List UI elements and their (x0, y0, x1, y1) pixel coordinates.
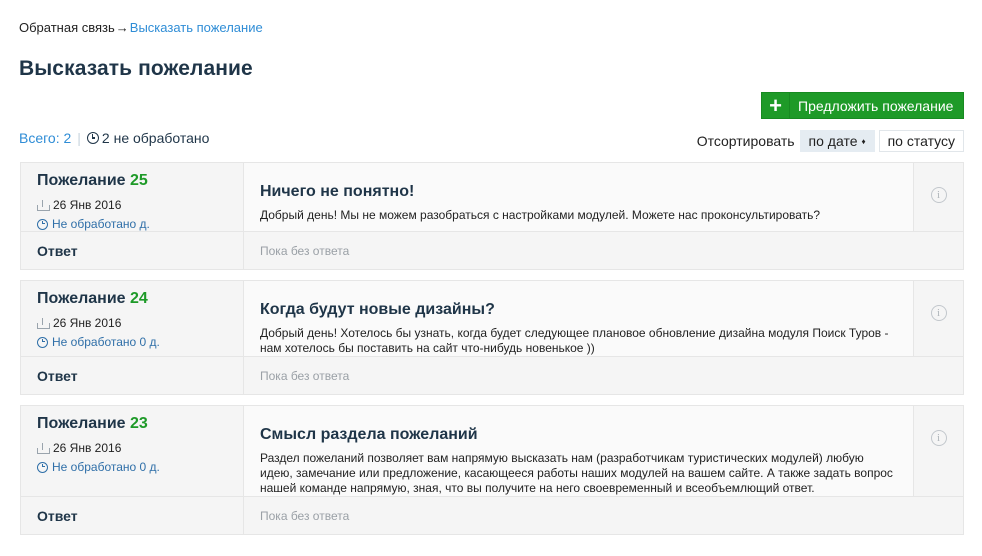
sort-arrow-icon: ♦ (861, 136, 866, 146)
wish-heading: Пожелание 23 (37, 415, 243, 433)
wish-date: 26 Янв 2016 (37, 198, 243, 212)
answer-text: Пока без ответа (244, 357, 963, 394)
wish-number: 24 (130, 290, 148, 307)
wish-card: Пожелание 23 26 Янв 2016 Не обработано 0… (20, 405, 964, 535)
wish-label: Пожелание (37, 290, 126, 307)
answer-text: Пока без ответа (244, 232, 963, 269)
wish-title: Смысл раздела пожеланий (260, 426, 478, 443)
answer-text: Пока без ответа (244, 497, 963, 534)
wish-info: i (913, 281, 963, 356)
wish-status: Не обработано 0 д. (37, 335, 243, 349)
info-icon[interactable]: i (930, 187, 947, 203)
wish-text: Добрый день! Мы не можем разобраться с н… (260, 208, 821, 222)
wish-content: Когда будут новые дизайны? Добрый день! … (244, 281, 913, 356)
wish-status-text: Не обработано д. (52, 217, 150, 231)
wish-text: Раздел пожеланий позволяет вам напрямую … (260, 451, 893, 495)
wish-card: Пожелание 25 26 Янв 2016 Не обработано д… (20, 162, 964, 270)
wish-date: 26 Янв 2016 (37, 441, 243, 455)
info-icon[interactable]: i (930, 305, 947, 321)
wish-meta: Пожелание 24 26 Янв 2016 Не обработано 0… (21, 281, 244, 356)
clock-icon (37, 461, 48, 473)
wish-date-text: 26 Янв 2016 (53, 441, 122, 455)
sort-by-status-button[interactable]: по статусу (878, 130, 964, 152)
stats-unprocessed[interactable]: 2 не обработано (102, 130, 210, 146)
breadcrumb-parent[interactable]: Обратная связь (19, 20, 115, 35)
wish-info: i (913, 406, 963, 496)
wish-status: Не обработано д. (37, 217, 243, 231)
sort-by-date-label: по дате (808, 133, 858, 149)
wish-date: 26 Янв 2016 (37, 316, 243, 330)
clock-icon (86, 132, 99, 144)
wish-date-text: 26 Янв 2016 (53, 316, 122, 330)
add-wish-button-label: Предложить пожелание (798, 97, 954, 114)
wish-number: 25 (130, 172, 148, 189)
wish-meta: Пожелание 25 26 Янв 2016 Не обработано д… (21, 163, 244, 231)
wish-title: Когда будут новые дизайны? (260, 301, 495, 318)
wish-info: i (913, 163, 963, 231)
breadcrumb-current[interactable]: Высказать пожелание (130, 20, 263, 35)
wish-answer-row: Ответ Пока без ответа (21, 232, 963, 269)
stats-divider: | (77, 130, 81, 146)
add-wish-button[interactable]: + Предложить пожелание (761, 92, 964, 119)
sort-label: Отсортировать (696, 133, 795, 149)
download-icon (37, 442, 50, 454)
wish-status-text: Не обработано 0 д. (52, 335, 160, 349)
breadcrumb: Обратная связь→Высказать пожелание (19, 20, 263, 35)
wish-card: Пожелание 24 26 Янв 2016 Не обработано 0… (20, 280, 964, 395)
wish-status-text: Не обработано 0 д. (52, 460, 160, 474)
download-icon (37, 199, 50, 211)
wish-list: Пожелание 25 26 Янв 2016 Не обработано д… (20, 162, 964, 545)
wish-date-text: 26 Янв 2016 (53, 198, 122, 212)
wish-meta: Пожелание 23 26 Янв 2016 Не обработано 0… (21, 406, 244, 496)
info-icon[interactable]: i (930, 430, 947, 446)
wish-content: Ничего не понятно! Добрый день! Мы не мо… (244, 163, 913, 231)
plus-icon: + (762, 93, 790, 118)
breadcrumb-separator: → (115, 20, 129, 35)
wish-number: 23 (130, 415, 148, 432)
wish-label: Пожелание (37, 172, 126, 189)
wish-label: Пожелание (37, 415, 126, 432)
download-icon (37, 317, 50, 329)
wish-status: Не обработано 0 д. (37, 460, 243, 474)
stats-total[interactable]: Всего: 2 (19, 130, 71, 146)
stats-bar: Всего: 2 | 2 не обработано (19, 130, 209, 146)
wish-heading: Пожелание 25 (37, 172, 243, 190)
wish-title: Ничего не понятно! (260, 183, 415, 200)
sort-by-date-button[interactable]: по дате ♦ (799, 130, 875, 152)
wish-text: Добрый день! Хотелось бы узнать, когда б… (260, 326, 889, 355)
clock-icon (37, 218, 48, 230)
answer-label: Ответ (21, 497, 244, 534)
wish-content: Смысл раздела пожеланий Раздел пожеланий… (244, 406, 913, 496)
page-title: Высказать пожелание (19, 57, 253, 80)
answer-label: Ответ (21, 357, 244, 394)
sort-controls: Отсортировать по дате ♦ по статусу (697, 130, 964, 152)
wish-answer-row: Ответ Пока без ответа (21, 357, 963, 394)
clock-icon (37, 336, 48, 348)
wish-answer-row: Ответ Пока без ответа (21, 497, 963, 534)
answer-label: Ответ (21, 232, 244, 269)
wish-heading: Пожелание 24 (37, 290, 243, 308)
